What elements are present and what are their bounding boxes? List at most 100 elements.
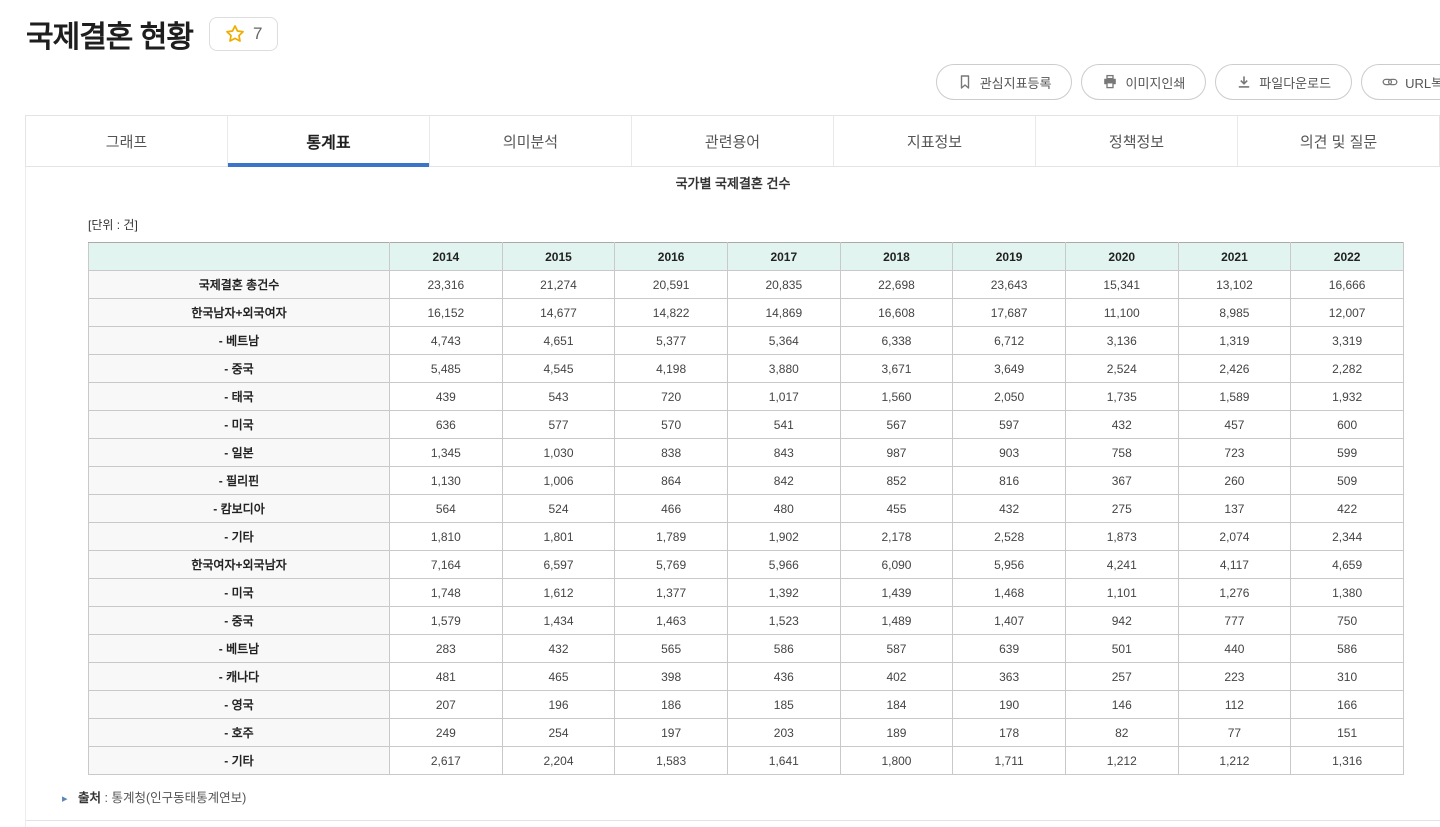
year-header: 2014 [390, 243, 503, 271]
table-cell: 455 [840, 495, 953, 523]
table-cell: 1,017 [727, 383, 840, 411]
table-cell: 15,341 [1065, 271, 1178, 299]
table-cell: 600 [1291, 411, 1404, 439]
row-label: - 미국 [89, 411, 390, 439]
table-cell: 1,523 [727, 607, 840, 635]
year-header: 2022 [1291, 243, 1404, 271]
table-cell: 189 [840, 719, 953, 747]
action-button-label: URL복사 [1405, 73, 1440, 92]
table-cell: 1,030 [502, 439, 615, 467]
table-row: 국제결혼 총건수23,31621,27420,59120,83522,69823… [89, 271, 1404, 299]
table-cell: 2,617 [390, 747, 503, 775]
favorite-count: 7 [253, 24, 262, 44]
table-cell: 586 [727, 635, 840, 663]
table-cell: 577 [502, 411, 615, 439]
table-cell: 466 [615, 495, 728, 523]
table-cell: 1,380 [1291, 579, 1404, 607]
table-cell: 1,612 [502, 579, 615, 607]
table-cell: 1,800 [840, 747, 953, 775]
row-label: - 호주 [89, 719, 390, 747]
table-cell: 1,801 [502, 523, 615, 551]
favorite-badge[interactable]: 7 [209, 17, 278, 51]
download-icon [1236, 74, 1252, 90]
table-cell: 1,407 [953, 607, 1066, 635]
tab-bar: 그래프통계표의미분석관련용어지표정보정책정보의견 및 질문 [25, 115, 1440, 167]
table-cell: 77 [1178, 719, 1291, 747]
table-cell: 6,712 [953, 327, 1066, 355]
table-cell: 203 [727, 719, 840, 747]
table-cell: 186 [615, 691, 728, 719]
table-cell: 3,319 [1291, 327, 1404, 355]
table-row: - 기타1,8101,8011,7891,9022,1782,5281,8732… [89, 523, 1404, 551]
table-title: 국가별 국제결혼 건수 [26, 173, 1440, 192]
row-label: - 일본 [89, 439, 390, 467]
tab-qna[interactable]: 의견 및 질문 [1237, 116, 1439, 166]
table-row: - 필리핀1,1301,006864842852816367260509 [89, 467, 1404, 495]
link-icon [1382, 74, 1398, 90]
arrow-bullet-icon: ▸ [62, 793, 68, 805]
row-label: - 영국 [89, 691, 390, 719]
table-cell: 7,164 [390, 551, 503, 579]
row-label: - 기타 [89, 523, 390, 551]
register-interest-button[interactable]: 관심지표등록 [936, 64, 1073, 100]
table-cell: 758 [1065, 439, 1178, 467]
table-cell: 137 [1178, 495, 1291, 523]
table-cell: 599 [1291, 439, 1404, 467]
page: 국제결혼 현황 7 관심지표등록이미지인쇄파일다운로드URL복사 그래프통계표의… [0, 0, 1440, 827]
file-download-button[interactable]: 파일다운로드 [1215, 64, 1352, 100]
table-row: - 베트남283432565586587639501440586 [89, 635, 1404, 663]
page-title: 국제결혼 현황 [26, 12, 193, 56]
tab-stats-table[interactable]: 통계표 [227, 116, 429, 166]
unit-label: [단위 : 건] [88, 216, 1440, 233]
table-cell: 4,241 [1065, 551, 1178, 579]
table-cell: 501 [1065, 635, 1178, 663]
table-cell: 597 [953, 411, 1066, 439]
tab-meaning-analysis[interactable]: 의미분석 [429, 116, 631, 166]
copy-url-button[interactable]: URL복사 [1361, 64, 1440, 100]
table-cell: 481 [390, 663, 503, 691]
table-cell: 903 [953, 439, 1066, 467]
table-cell: 2,178 [840, 523, 953, 551]
table-cell: 1,212 [1178, 747, 1291, 775]
table-cell: 23,643 [953, 271, 1066, 299]
table-cell: 1,463 [615, 607, 728, 635]
star-icon [225, 24, 245, 44]
print-image-button[interactable]: 이미지인쇄 [1081, 64, 1206, 100]
table-cell: 146 [1065, 691, 1178, 719]
tab-graph[interactable]: 그래프 [26, 116, 227, 166]
table-row: 한국여자+외국남자7,1646,5975,7695,9666,0905,9564… [89, 551, 1404, 579]
table-cell: 151 [1291, 719, 1404, 747]
tab-related-terms[interactable]: 관련용어 [631, 116, 833, 166]
table-cell: 1,579 [390, 607, 503, 635]
table-cell: 3,649 [953, 355, 1066, 383]
row-label: - 캐나다 [89, 663, 390, 691]
table-cell: 16,666 [1291, 271, 1404, 299]
action-button-label: 관심지표등록 [980, 73, 1052, 92]
table-cell: 567 [840, 411, 953, 439]
bookmark-icon [957, 74, 973, 90]
table-cell: 196 [502, 691, 615, 719]
year-header: 2021 [1178, 243, 1291, 271]
table-cell: 1,873 [1065, 523, 1178, 551]
table-row: 한국남자+외국여자16,15214,67714,82214,86916,6081… [89, 299, 1404, 327]
table-cell: 4,117 [1178, 551, 1291, 579]
table-cell: 16,608 [840, 299, 953, 327]
table-cell: 184 [840, 691, 953, 719]
tab-policy-info[interactable]: 정책정보 [1035, 116, 1237, 166]
table-cell: 254 [502, 719, 615, 747]
table-cell: 2,528 [953, 523, 1066, 551]
table-cell: 1,902 [727, 523, 840, 551]
table-cell: 11,100 [1065, 299, 1178, 327]
table-cell: 3,880 [727, 355, 840, 383]
row-label: - 베트남 [89, 327, 390, 355]
table-cell: 586 [1291, 635, 1404, 663]
row-label: - 필리핀 [89, 467, 390, 495]
tab-indicator-info[interactable]: 지표정보 [833, 116, 1035, 166]
source-note: ▸ 출처 : 통계청(인구동태통계연보) [26, 785, 1440, 821]
source-label: 출처 [78, 791, 101, 805]
table-cell: 570 [615, 411, 728, 439]
table-cell: 1,434 [502, 607, 615, 635]
row-label: - 기타 [89, 747, 390, 775]
table-row: - 미국636577570541567597432457600 [89, 411, 1404, 439]
row-label: 국제결혼 총건수 [89, 271, 390, 299]
